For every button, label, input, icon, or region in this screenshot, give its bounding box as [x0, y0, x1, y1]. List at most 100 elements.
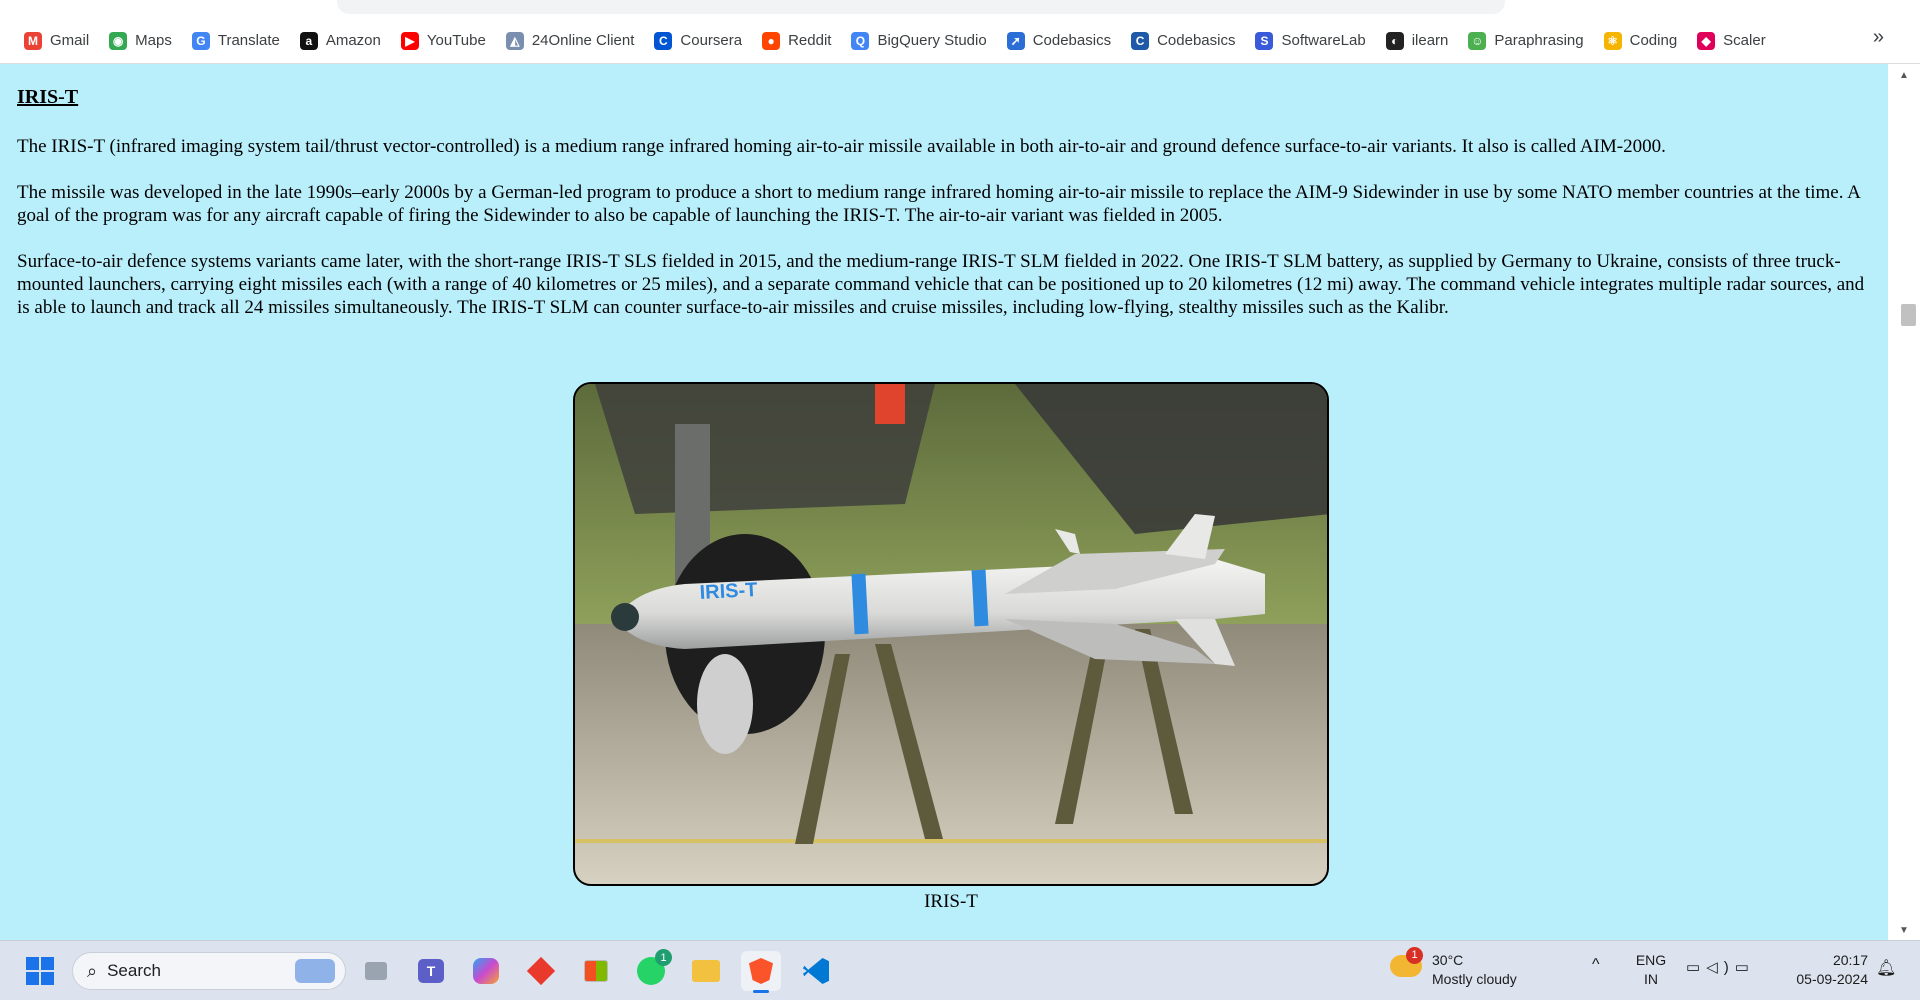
system-tray-icons[interactable]: ▭◁)▭ [1686, 958, 1755, 977]
bookmark-youtube[interactable]: ▶ YouTube [391, 26, 496, 56]
vertical-scrollbar[interactable]: ▲ ▼ [1888, 64, 1920, 940]
codebasics-icon: C [1131, 31, 1150, 50]
figure-caption: IRIS-T [924, 891, 978, 912]
article-figure: IRIS-T IRIS-T [573, 382, 1329, 913]
scroll-up-icon[interactable]: ▲ [1899, 70, 1909, 81]
windows-icon [26, 957, 54, 985]
bookmark-label: Translate [217, 32, 280, 49]
ilearn-icon: ◐ [1385, 31, 1404, 50]
youtube-icon: ▶ [400, 31, 419, 50]
clock[interactable]: 20:17 05-09-2024 [1782, 951, 1868, 989]
folder-icon [692, 960, 720, 982]
vscode-icon [803, 958, 829, 984]
bookmark-bigquery[interactable]: Q BigQuery Studio [841, 26, 996, 56]
missile-photo-graphic: IRIS-T [575, 384, 1327, 884]
bookmark-label: Reddit [788, 32, 832, 49]
article-paragraph: The IRIS-T (infrared imaging system tail… [17, 136, 1666, 157]
file-explorer-button[interactable] [686, 951, 726, 991]
brave-browser-button[interactable] [741, 951, 781, 993]
taskbar-search[interactable]: ⌕ Search [72, 952, 346, 990]
bookmark-maps[interactable]: ◉ Maps [99, 26, 182, 56]
clock-date: 05-09-2024 [1796, 971, 1868, 987]
bookmark-label: Codebasics [1157, 32, 1236, 49]
bookmark-gmail[interactable]: M Gmail [14, 26, 99, 56]
whatsapp-button[interactable]: 1 [631, 949, 672, 991]
bookmark-label: ilearn [1411, 32, 1449, 49]
weather-badge: 1 [1406, 947, 1423, 964]
bookmark-label: SoftwareLab [1281, 32, 1366, 49]
bookmark-24online[interactable]: ◭ 24Online Client [496, 26, 645, 56]
bookmark-label: 24Online Client [531, 32, 635, 49]
clock-time: 20:17 [1832, 952, 1868, 968]
bookmark-label: Scaler [1723, 32, 1766, 49]
language-line2: IN [1644, 971, 1658, 987]
address-bar[interactable] [337, 0, 1505, 14]
bookmark-label: Coursera [680, 32, 743, 49]
bookmark-coding[interactable]: ⚛ Coding [1594, 26, 1688, 56]
coding-icon: ⚛ [1603, 31, 1622, 50]
battery-icon: ▭ [1734, 959, 1755, 976]
bookmark-label: Coding [1629, 32, 1678, 49]
bookmark-coursera[interactable]: C Coursera [644, 26, 752, 56]
bookmark-translate[interactable]: G Translate [182, 26, 290, 56]
taskbar-search-label: Search [107, 961, 161, 980]
teams-icon: T [418, 959, 444, 983]
scrollbar-thumb[interactable] [1901, 304, 1916, 326]
rocket-icon: ➚ [1006, 31, 1025, 50]
bookmark-label: Paraphrasing [1494, 32, 1584, 49]
bookmark-rocket[interactable]: ➚ Codebasics [997, 26, 1121, 56]
app-diamond-button[interactable] [521, 951, 561, 991]
copilot-icon [473, 958, 499, 984]
article-title: IRIS-T [17, 86, 79, 108]
scroll-down-icon[interactable]: ▼ [1899, 925, 1909, 936]
weather-temp: 30°C [1432, 952, 1464, 968]
weather-desc: Mostly cloudy [1432, 971, 1517, 987]
bookmark-scaler[interactable]: ◆ Scaler [1687, 26, 1776, 56]
bookmark-amazon[interactable]: a Amazon [290, 26, 391, 56]
search-highlight-icon [295, 959, 335, 983]
task-view-icon [365, 962, 387, 980]
store-icon [584, 960, 608, 982]
article-paragraph: Surface-to-air defence systems variants … [17, 251, 1865, 318]
maps-icon: ◉ [109, 31, 128, 50]
bookmark-label: BigQuery Studio [877, 32, 987, 49]
softwarelab-icon: S [1255, 31, 1274, 50]
bookmark-label: Maps [135, 32, 172, 49]
start-button[interactable] [20, 951, 60, 991]
bookmark-label: YouTube [426, 32, 486, 49]
amazon-icon: a [299, 31, 318, 50]
bookmark-label: Amazon [325, 32, 381, 49]
language-indicator[interactable]: ENG IN [1634, 951, 1668, 989]
bookmark-ilearn[interactable]: ◐ ilearn [1376, 26, 1459, 56]
bookmark-label: Gmail [50, 32, 90, 49]
volume-icon: ◁) [1706, 959, 1735, 976]
bookmarks-overflow-button[interactable]: » [1873, 26, 1884, 49]
bookmark-softwarelab[interactable]: S SoftwareLab [1245, 26, 1375, 56]
bookmark-label: Codebasics [1032, 32, 1112, 49]
bookmarks-bar: M Gmail ◉ Maps G Translate a Amazon ▶ YouTube ◭ 24O… [0, 18, 1920, 64]
whatsapp-badge: 1 [655, 949, 672, 966]
language-line1: ENG [1635, 952, 1667, 968]
diamond-app-icon [526, 956, 556, 986]
missile-marking: IRIS-T [699, 579, 758, 604]
bookmark-paraphrasing[interactable]: ☺ Paraphrasing [1458, 26, 1593, 56]
browser-toolbar [0, 0, 1920, 18]
page-content: IRIS-T The IRIS-T (infrared imaging syst… [0, 64, 1888, 940]
bookmark-codebasics[interactable]: C Codebasics [1121, 26, 1245, 56]
teams-button[interactable]: T [411, 951, 451, 991]
reddit-icon: ● [762, 31, 781, 50]
missile-photo: IRIS-T [573, 382, 1329, 886]
vscode-button[interactable] [796, 951, 836, 991]
copilot-button[interactable] [466, 951, 506, 991]
show-hidden-icons-button[interactable]: ^ [1592, 955, 1600, 974]
task-view-button[interactable] [356, 951, 396, 991]
translate-icon: G [191, 31, 210, 50]
store-button[interactable] [576, 951, 616, 991]
gmail-icon: M [24, 31, 42, 50]
coursera-icon: C [654, 31, 673, 50]
article-paragraph: The missile was developed in the late 19… [17, 182, 1860, 226]
bookmark-reddit[interactable]: ● Reddit [752, 26, 841, 56]
notification-bell-icon[interactable]: 🔔︎ [1876, 959, 1896, 978]
24online-icon: ◭ [505, 31, 524, 50]
active-indicator [753, 990, 769, 993]
